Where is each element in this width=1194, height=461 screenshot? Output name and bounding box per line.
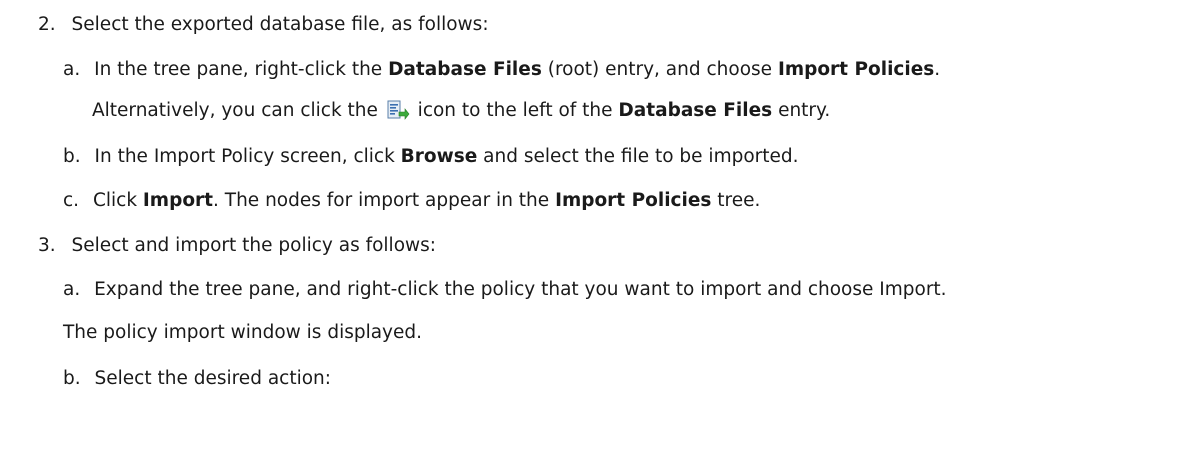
substep-3a-continuation: The policy import window is displayed. (63, 322, 423, 343)
import-policies-icon (386, 99, 410, 121)
substep-text: In the tree pane, right-click the Databa… (94, 59, 941, 80)
ui-term-import: Import (142, 190, 214, 211)
substep-text: In the Import Policy screen, click Brows… (94, 146, 799, 167)
substep-2a-continuation: Alternatively, you can click the icon to… (92, 99, 831, 121)
substep-letter: b. (63, 146, 81, 167)
ui-term-import-policies: Import Policies (555, 190, 712, 211)
substep-letter: a. (63, 279, 81, 300)
step-2-line: 2. Select the exported database file, as… (38, 13, 489, 37)
step-3-line: 3. Select and import the policy as follo… (38, 234, 436, 258)
ui-term-import-policies: Import Policies (777, 59, 935, 80)
substep-text: Expand the tree pane, and right-click th… (94, 279, 947, 300)
ui-term-browse: Browse (400, 146, 478, 167)
substep-text: Click Import. The nodes for import appea… (92, 190, 761, 211)
step-number: 2. (38, 14, 56, 35)
step-text: Select and import the policy as follows: (71, 235, 437, 256)
substep-2c-line: c. Click Import. The nodes for import ap… (63, 189, 760, 213)
substep-text: Select the desired action: (94, 368, 331, 389)
substep-3b-line: b. Select the desired action: (63, 367, 331, 391)
substep-letter: b. (63, 368, 81, 389)
step-text: Select the exported database file, as fo… (71, 14, 489, 35)
step-number: 3. (38, 235, 56, 256)
substep-2a-line: a. In the tree pane, right-click the Dat… (63, 58, 940, 82)
ui-term-database-files: Database Files (618, 100, 773, 121)
substep-letter: a. (63, 59, 81, 80)
substep-3a-line: a. Expand the tree pane, and right-click… (63, 278, 947, 302)
substep-letter: c. (63, 190, 80, 211)
ui-term-database-files: Database Files (388, 59, 542, 80)
substep-2b-line: b. In the Import Policy screen, click Br… (63, 145, 799, 169)
